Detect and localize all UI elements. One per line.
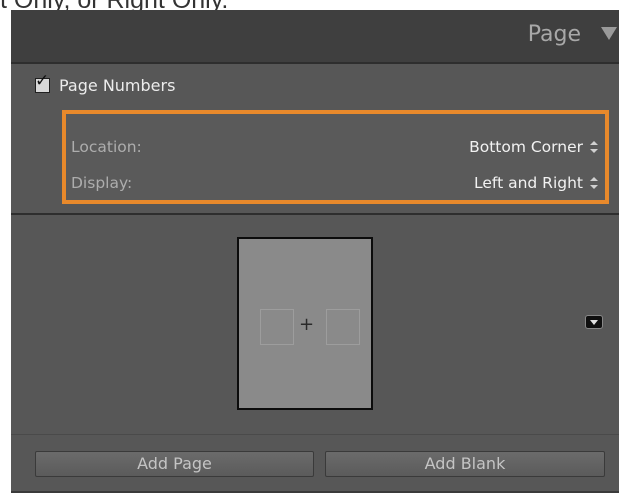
panel-title: Page [527,22,581,47]
panel-header[interactable]: Page [11,10,619,62]
divider [11,434,619,435]
divider [11,213,619,215]
plus-icon: + [299,314,315,335]
page-numbers-row[interactable]: ✓ Page Numbers [35,72,175,98]
location-row: Location: Bottom Corner [71,134,599,160]
page-panel: Page ✓ Page Numbers Location: Bottom Cor… [11,10,619,493]
right-page-slot[interactable] [326,309,360,345]
add-page-button[interactable]: Add Page [35,451,314,477]
add-blank-button[interactable]: Add Blank [325,451,605,477]
updown-arrows-icon[interactable] [589,140,599,154]
page-thumbnail[interactable]: + [237,237,373,410]
checkmark-icon: ✓ [35,70,50,91]
display-label: Display: [71,174,133,192]
display-row: Display: Left and Right [71,170,599,196]
location-label: Location: [71,138,142,156]
triangle-down-icon[interactable] [601,27,617,40]
highlight-box: Location: Bottom Corner Display: Left an… [62,110,609,204]
page-numbers-checkbox[interactable]: ✓ [35,72,50,93]
left-page-slot[interactable] [260,309,294,345]
display-select[interactable]: Left and Right [474,170,583,196]
page-numbers-label: Page Numbers [59,75,176,95]
updown-arrows-icon[interactable] [589,176,599,190]
page-menu-dropdown-button[interactable] [585,315,603,329]
divider [11,62,619,64]
location-select[interactable]: Bottom Corner [469,134,583,160]
